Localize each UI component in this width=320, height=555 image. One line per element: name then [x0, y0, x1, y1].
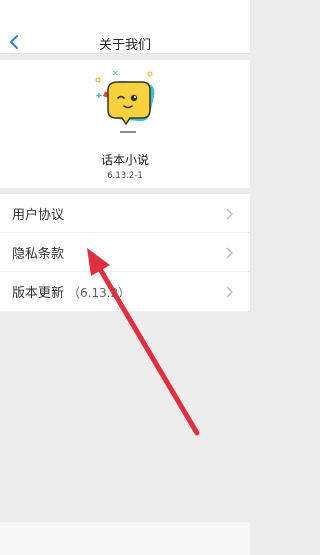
menu-item-version-update[interactable]: 版本更新 （6.13.2） — [0, 272, 250, 311]
menu-item-label: 用户协议 — [12, 208, 65, 223]
bottom-panel — [0, 522, 250, 555]
settings-menu: 用户协议 隐私条款 版本更新 （6.13.2） — [0, 194, 250, 311]
svg-text:✚: ✚ — [96, 92, 102, 100]
current-version-text: （6.13.2） — [68, 286, 131, 300]
app-name: 话本小说 — [100, 153, 149, 167]
app-logo-icon: ✕ ✚ — [90, 66, 160, 136]
page-title: 关于我们 — [98, 38, 151, 53]
chevron-right-icon — [226, 247, 233, 259]
menu-item-privacy-policy[interactable]: 隐私条款 — [0, 233, 250, 272]
app-version: 6.13.2-1 — [107, 171, 143, 181]
menu-item-label: 版本更新 （6.13.2） — [12, 282, 130, 301]
app-info-card: ✕ ✚ 话本小说 6.13.2-1 — [0, 60, 250, 188]
menu-item-label: 隐私条款 — [12, 247, 65, 262]
chevron-right-icon — [226, 286, 233, 298]
chevron-right-icon — [226, 208, 233, 220]
svg-text:✕: ✕ — [112, 69, 119, 78]
top-bar: 关于我们 — [0, 0, 250, 54]
menu-item-user-agreement[interactable]: 用户协议 — [0, 194, 250, 233]
menu-item-label-text: 版本更新 — [12, 286, 65, 301]
